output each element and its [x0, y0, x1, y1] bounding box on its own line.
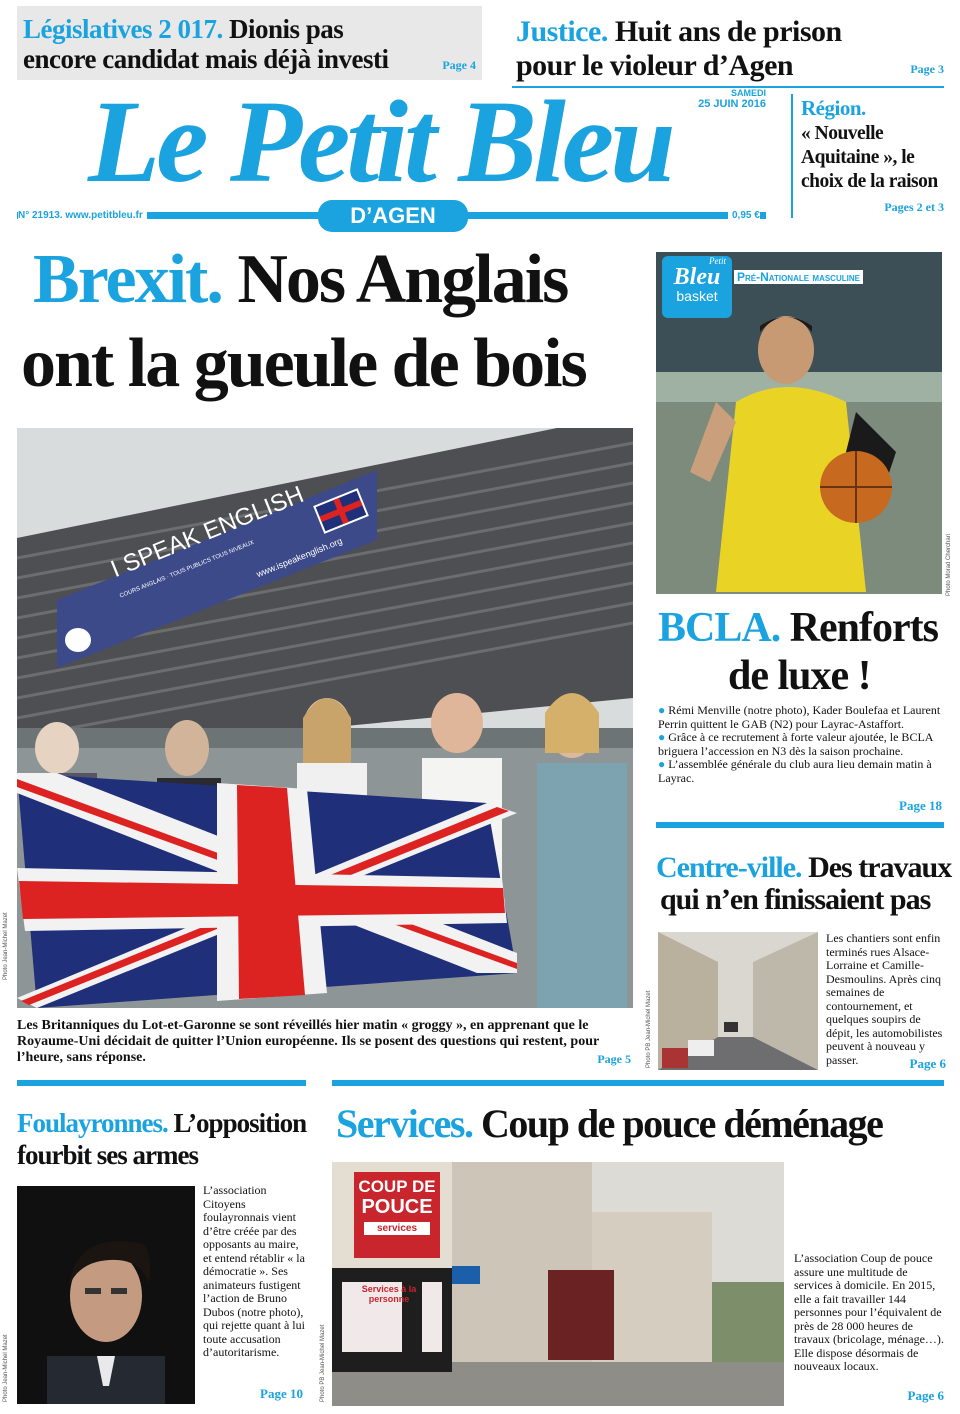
lead-title: Nos Anglais	[237, 241, 569, 318]
teaser-legislatives[interactable]: Législatives 2 017. Dionis pas encore ca…	[17, 6, 482, 80]
cv-kicker: Centre-ville.	[656, 851, 803, 884]
page-ref: Page 5	[597, 1052, 631, 1066]
basket-logo-bottom: basket	[676, 288, 718, 304]
divider	[656, 822, 944, 828]
foul-text: L’association Citoyens foulayronnais vie…	[203, 1183, 305, 1359]
teaser-justice[interactable]: Justice. Huit ans de prison pour le viol…	[512, 6, 944, 86]
serv-photo: COUP DE POUCE services Services à la per…	[332, 1162, 784, 1406]
region-rule	[791, 94, 793, 218]
photo-credit: Photo PB Jean-Michel Mazet	[646, 990, 652, 1068]
masthead-price: 0,95 €	[728, 210, 760, 221]
teaser-region[interactable]: Région. « Nouvelle Aquitaine », le choix…	[791, 88, 944, 222]
basket-title-line2: de luxe !	[728, 653, 872, 699]
page-ref: Page 3	[910, 62, 944, 76]
page-ref: Pages 2 et 3	[884, 200, 944, 214]
masthead-date: 25 JUIN 2016	[698, 98, 766, 110]
divider	[332, 1080, 944, 1086]
foulayronnes-article[interactable]: Foulayronnes. L’opposition fourbit ses a…	[3, 1090, 317, 1410]
edition-badge: D’AGEN	[318, 200, 468, 232]
photo-credit: Photo Jean-Michel Mazet	[3, 912, 9, 980]
page-ref: Page 6	[907, 1388, 944, 1403]
teaser-kicker: Justice.	[516, 15, 608, 48]
page-ref: Page 18	[899, 798, 942, 813]
centre-ville-article[interactable]: Centre-ville. Des travaux qui n’en finis…	[646, 830, 952, 1075]
serv-title: Coup de pouce déménage	[480, 1101, 884, 1146]
serv-text: L’association Coup de pouce assure une m…	[794, 1251, 944, 1373]
lead-article[interactable]: Brexit. Nos Anglais ont la gueule de boi…	[3, 240, 637, 1075]
foul-kicker: Foulayronnes.	[17, 1108, 169, 1138]
basket-bullet-2: ● Grâce à ce recrutement à forte valeur …	[658, 730, 933, 758]
foul-title-line2: fourbit ses armes	[17, 1140, 199, 1170]
basket-title: Renforts	[789, 605, 939, 651]
lead-photo: I SPEAK ENGLISH www.ispeakenglish.org CO…	[17, 428, 633, 1008]
cv-photo-art	[658, 932, 818, 1070]
serv-kicker: Services.	[336, 1101, 474, 1146]
divider	[17, 1080, 306, 1086]
window-text: Services à la personne	[361, 1284, 417, 1304]
basket-bullet-1: ● Rémi Menville (notre photo), Kader Bou…	[658, 703, 941, 731]
lead-kicker: Brexit.	[33, 241, 224, 318]
teaser-title: Huit ans de prison	[614, 15, 842, 48]
foul-title: L’opposition	[173, 1108, 308, 1138]
teaser-kicker: Législatives 2 017.	[23, 14, 223, 44]
teaser-title: Dionis pas	[229, 14, 344, 44]
photo-credit: Photo PB Jean-Michel Mazet	[320, 1324, 326, 1402]
basket-kicker: BCLA.	[658, 605, 781, 651]
masthead-issue: N° 21913. www.petitbleu.fr	[18, 210, 147, 221]
edition-label: D’AGEN	[350, 203, 436, 228]
teaser-title-line2: encore candidat mais déjà investi	[23, 44, 389, 74]
cv-text: Les chantiers sont enfin terminés rues A…	[826, 931, 943, 1067]
basket-bullet-3: ● L’assemblée générale du club aura lieu…	[658, 757, 932, 785]
photo-credit: Photo Morad Cherchari	[946, 533, 952, 596]
basket-bullets: ● Rémi Menville (notre photo), Kader Bou…	[658, 703, 944, 785]
basket-logo-mid: Bleu	[673, 264, 721, 290]
basket-article[interactable]: Petit Bleu basket Pré-Nationale masculin…	[656, 252, 952, 827]
cv-photo	[658, 932, 818, 1070]
page-ref: Page 4	[442, 58, 476, 72]
teaser-kicker: Région.	[801, 96, 866, 120]
page-ref: Page 10	[260, 1386, 303, 1401]
shop-sign-1: COUP DE	[358, 1177, 436, 1196]
masthead-day: SAMEDI	[730, 88, 766, 98]
cv-title: Des travaux	[808, 851, 952, 884]
shop-sign: COUP DE POUCE services	[354, 1172, 440, 1258]
teaser-text: « Nouvelle Aquitaine », le choix de la r…	[801, 123, 938, 192]
lead-caption: Les Britanniques du Lot-et-Garonne se so…	[17, 1018, 599, 1065]
services-article[interactable]: Services. Coup de pouce déménage COUP DE…	[320, 1090, 946, 1410]
lead-title-line2: ont la gueule de bois	[21, 325, 588, 402]
page-ref: Page 6	[909, 1056, 946, 1071]
basket-logo: Petit Bleu basket	[662, 256, 732, 318]
cv-title-line2: qui n’en finissaient pas	[660, 883, 931, 916]
basket-photo: Petit Bleu basket Pré-Nationale masculin…	[656, 252, 942, 594]
basket-section: Pré-Nationale masculine	[734, 270, 863, 284]
shop-sign-2: POUCE	[361, 1196, 433, 1218]
masthead-title[interactable]: Le Petit Bleu	[88, 82, 676, 202]
photo-credit: Photo Jean-Michel Mazet	[3, 1334, 9, 1402]
foul-photo	[17, 1186, 195, 1404]
speech-bubble-icon	[65, 628, 91, 652]
shop-sign-3: services	[364, 1222, 430, 1235]
foul-photo-art	[17, 1186, 195, 1404]
